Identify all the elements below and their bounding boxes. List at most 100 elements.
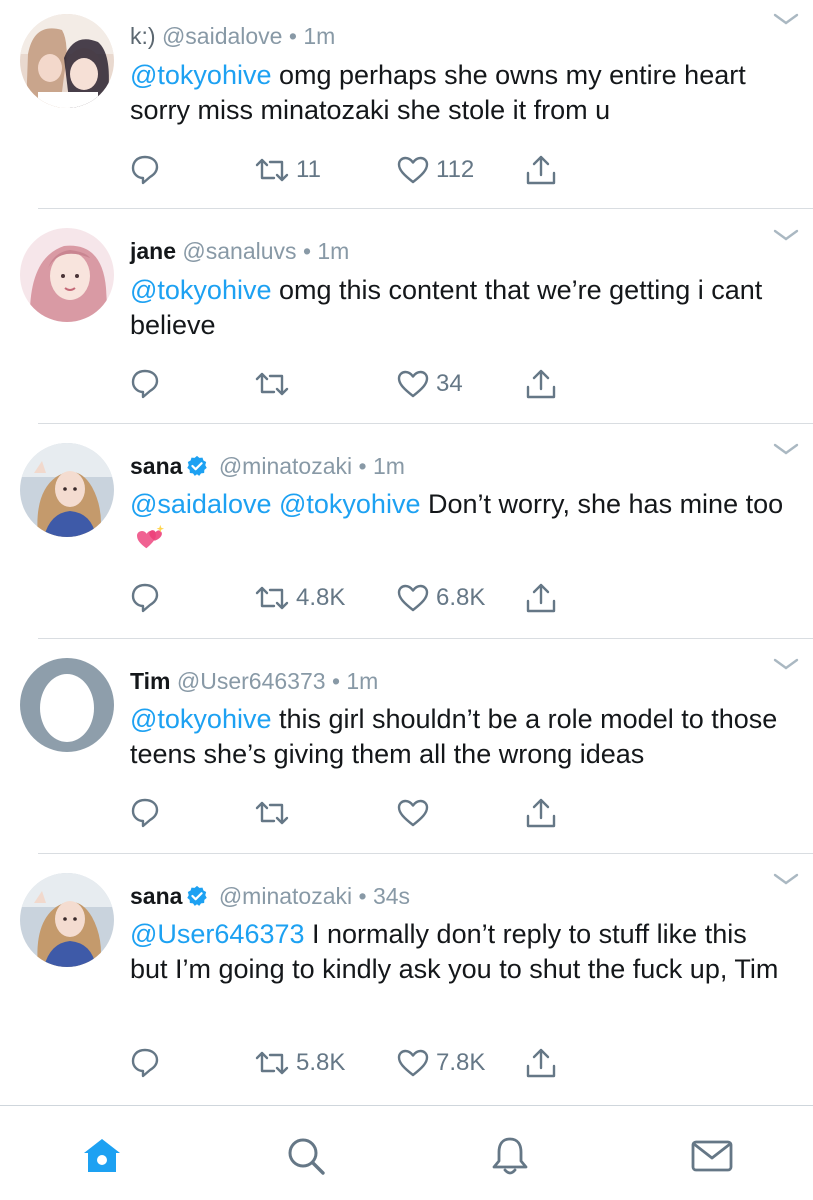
reply-button[interactable] — [130, 581, 160, 615]
retweet-button[interactable]: 5.8K — [254, 1046, 345, 1080]
timestamp[interactable]: 1m — [373, 453, 405, 479]
like-button[interactable]: 112 — [396, 153, 474, 187]
mention-link[interactable]: @tokyohive — [130, 704, 271, 734]
like-count: 112 — [436, 156, 475, 183]
chevron-down-icon[interactable] — [773, 12, 799, 28]
search-icon — [288, 1138, 325, 1175]
tweet-header: k:) @saidalove • 1m — [130, 22, 335, 50]
verified-badge-icon — [187, 885, 208, 906]
display-name[interactable]: jane — [130, 238, 176, 264]
share-button[interactable] — [524, 796, 558, 830]
avatar[interactable] — [20, 873, 114, 967]
retweet-icon — [255, 586, 289, 610]
mention-link[interactable]: @User646373 — [130, 919, 305, 949]
handle[interactable]: @saidalove — [162, 23, 283, 49]
timestamp[interactable]: 34s — [373, 883, 410, 909]
retweet-button[interactable] — [254, 367, 296, 401]
dot-separator: • — [288, 23, 297, 49]
avatar[interactable] — [20, 228, 114, 322]
display-name[interactable]: k:) — [130, 23, 156, 49]
heart-icon — [397, 584, 429, 612]
tab-home[interactable] — [80, 1134, 124, 1178]
reply-button[interactable] — [130, 796, 160, 830]
divider — [38, 208, 813, 209]
like-count: 7.8K — [436, 1049, 486, 1076]
avatar[interactable] — [20, 658, 114, 752]
verified-badge-icon — [187, 455, 208, 476]
retweet-button[interactable]: 4.8K — [254, 581, 345, 615]
tweet-header: sana @minatozaki • 34s — [130, 882, 410, 910]
tab-notifications[interactable] — [488, 1134, 532, 1178]
tweet-actions: 5.8K 7.8K — [130, 1046, 590, 1080]
reply-button[interactable] — [130, 153, 160, 187]
chevron-down-icon[interactable] — [773, 872, 799, 888]
display-name[interactable]: sana — [130, 883, 182, 909]
dot-separator: • — [331, 668, 340, 694]
tweet-text: @saidalove @tokyohive Don’t worry, she h… — [130, 487, 790, 556]
handle[interactable]: @User646373 — [177, 668, 326, 694]
handle[interactable]: @sanaluvs — [182, 238, 296, 264]
tweet[interactable]: sana @minatozaki • 34s @User646373 I nor… — [0, 854, 813, 1104]
share-icon — [526, 798, 556, 828]
avatar[interactable] — [20, 443, 114, 537]
display-name[interactable]: sana — [130, 453, 182, 479]
home-icon — [84, 1139, 120, 1172]
retweet-icon — [255, 1051, 289, 1075]
reply-icon — [131, 583, 159, 613]
handle[interactable]: @minatozaki — [219, 453, 352, 479]
retweet-icon — [255, 801, 289, 825]
chevron-down-icon[interactable] — [773, 228, 799, 244]
chevron-down-icon[interactable] — [773, 657, 799, 673]
like-button[interactable]: 6.8K — [396, 581, 485, 615]
tweet-header: jane @sanaluvs • 1m — [130, 237, 349, 265]
share-button[interactable] — [524, 367, 558, 401]
retweet-button[interactable] — [254, 796, 296, 830]
retweet-icon — [255, 372, 289, 396]
retweet-count: 5.8K — [296, 1049, 346, 1076]
retweet-button[interactable]: 11 — [254, 153, 321, 187]
share-button[interactable] — [524, 581, 558, 615]
heart-icon — [397, 799, 429, 827]
chevron-down-icon[interactable] — [773, 442, 799, 458]
mail-icon — [691, 1140, 733, 1172]
tweet[interactable]: k:) @saidalove • 1m @tokyohive omg perha… — [0, 0, 813, 210]
reply-button[interactable] — [130, 1046, 160, 1080]
tab-search[interactable] — [284, 1134, 328, 1178]
tweet-actions: 4.8K 6.8K — [130, 581, 590, 615]
timestamp[interactable]: 1m — [317, 238, 349, 264]
timestamp[interactable]: 1m — [346, 668, 378, 694]
mention-link[interactable]: @tokyohive — [130, 275, 271, 305]
timestamp[interactable]: 1m — [303, 23, 335, 49]
like-count: 6.8K — [436, 584, 486, 611]
like-button[interactable]: 7.8K — [396, 1046, 485, 1080]
handle[interactable]: @minatozaki — [219, 883, 352, 909]
display-name[interactable]: Tim — [130, 668, 170, 694]
dot-separator: • — [358, 883, 367, 909]
tweet-header: sana @minatozaki • 1m — [130, 452, 405, 480]
share-icon — [526, 583, 556, 613]
like-count: 34 — [436, 370, 463, 397]
mention-link[interactable]: @tokyohive — [130, 60, 271, 90]
heart-icon — [397, 1049, 429, 1077]
retweet-count: 4.8K — [296, 584, 346, 611]
reply-icon — [131, 369, 159, 399]
tweet-actions: 11 112 — [130, 153, 590, 187]
share-icon — [526, 369, 556, 399]
mention-link[interactable]: @saidalove @tokyohive — [130, 489, 420, 519]
avatar[interactable] — [20, 14, 114, 108]
tweet[interactable]: Tim @User646373 • 1m @tokyohive this gir… — [0, 639, 813, 854]
dot-separator: • — [302, 238, 311, 264]
like-button[interactable] — [396, 796, 436, 830]
tweet-body: Don’t worry, she has mine too — [420, 489, 784, 519]
share-button[interactable] — [524, 153, 558, 187]
tab-messages[interactable] — [690, 1134, 734, 1178]
tweet-actions — [130, 796, 590, 830]
heart-icon — [397, 370, 429, 398]
bell-icon — [492, 1137, 528, 1175]
share-button[interactable] — [524, 1046, 558, 1080]
like-button[interactable]: 34 — [396, 367, 463, 401]
tweet[interactable]: sana @minatozaki • 1m @saidalove @tokyoh… — [0, 424, 813, 639]
reply-button[interactable] — [130, 367, 160, 401]
tweet-text: @tokyohive omg perhaps she owns my entir… — [130, 58, 790, 127]
tweet[interactable]: jane @sanaluvs • 1m @tokyohive omg this … — [0, 210, 813, 424]
